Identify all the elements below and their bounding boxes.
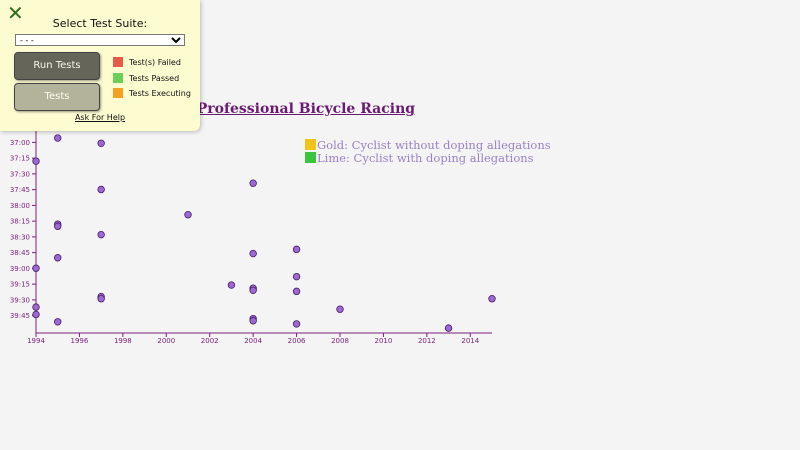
data-point: [249, 249, 257, 258]
data-point: [227, 281, 236, 289]
legend-label-lime: Lime: Cyclist with doping allegations: [317, 150, 534, 165]
tests-button[interactable]: Tests: [14, 83, 100, 111]
test-suite-panel: ✕ Select Test Suite: - - - Run Tests Tes…: [0, 0, 200, 131]
x-tick-label: 1994: [27, 337, 45, 345]
legend-item-lime: Lime: Cyclist with doping allegations: [305, 150, 551, 165]
x-tick-label: 2014: [461, 337, 479, 345]
chart-legend: Gold: Cyclist without doping allegations…: [305, 137, 551, 165]
data-point: [54, 318, 62, 326]
status-executing-swatch: [113, 88, 123, 98]
data-point: [292, 320, 301, 328]
data-point: [292, 272, 301, 281]
x-tick-label: 2002: [201, 337, 219, 345]
ask-for-help-link[interactable]: Ask For Help: [0, 113, 200, 122]
suite-label: Select Test Suite:: [52, 17, 148, 30]
y-tick-label: 37:30: [10, 170, 30, 178]
data-point: [249, 317, 257, 325]
y-tick-label: 38:00: [10, 202, 30, 210]
y-tick-label: 39:00: [10, 265, 30, 273]
data-point: [54, 254, 62, 262]
x-tick-label: 2006: [288, 337, 306, 345]
y-tick-label: 38:45: [10, 249, 30, 257]
x-tick-label: 2008: [331, 337, 349, 345]
legend-swatch-lime: [305, 152, 316, 163]
data-point: [97, 295, 105, 303]
x-tick-label: 2004: [244, 337, 262, 345]
data-point: [292, 245, 301, 254]
y-tick-label: 37:45: [10, 186, 30, 194]
data-point: [249, 179, 257, 187]
data-point: [97, 185, 105, 194]
data-point: [292, 287, 301, 296]
y-tick-label: 38:30: [10, 233, 30, 241]
data-point: [97, 139, 105, 147]
status-passed-label: Tests Passed: [129, 73, 180, 83]
legend-swatch-gold: [305, 139, 316, 150]
y-tick-label: 38:15: [10, 218, 30, 226]
legend-item-gold: Gold: Cyclist without doping allegations: [305, 137, 551, 152]
data-point: [32, 264, 40, 272]
y-tick-label: 39:30: [10, 296, 30, 304]
data-point: [444, 324, 453, 332]
y-tick-label: 37:15: [10, 155, 30, 163]
x-tick-label: 2012: [418, 337, 436, 345]
data-point: [97, 230, 105, 239]
test-suite-select[interactable]: - - -: [15, 34, 185, 46]
data-point: [336, 305, 344, 313]
x-tick-label: 1998: [114, 337, 132, 345]
status-failed-label: Test(s) Failed: [129, 57, 181, 67]
data-point: [184, 210, 192, 219]
status-passed: Tests Passed: [113, 73, 179, 83]
data-point: [249, 286, 257, 294]
data-point: [54, 134, 62, 142]
data-point: [488, 295, 496, 303]
data-point: [32, 157, 40, 165]
status-failed-swatch: [113, 57, 123, 67]
y-tick-label: 39:45: [10, 312, 30, 320]
y-tick-label: 37:00: [10, 139, 30, 147]
y-tick-label: 39:15: [10, 281, 30, 289]
x-tick-label: 2010: [375, 337, 393, 345]
status-failed: Test(s) Failed: [113, 57, 181, 67]
status-executing: Tests Executing: [113, 88, 191, 98]
status-executing-label: Tests Executing: [129, 88, 191, 98]
data-point: [32, 310, 40, 319]
legend-label-gold: Gold: Cyclist without doping allegations: [317, 137, 551, 152]
status-passed-swatch: [113, 73, 123, 83]
x-tick-label: 2000: [157, 337, 175, 345]
x-tick-label: 1996: [71, 337, 89, 345]
data-point: [54, 222, 62, 230]
run-tests-button[interactable]: Run Tests: [14, 52, 100, 80]
data-point: [32, 303, 40, 311]
